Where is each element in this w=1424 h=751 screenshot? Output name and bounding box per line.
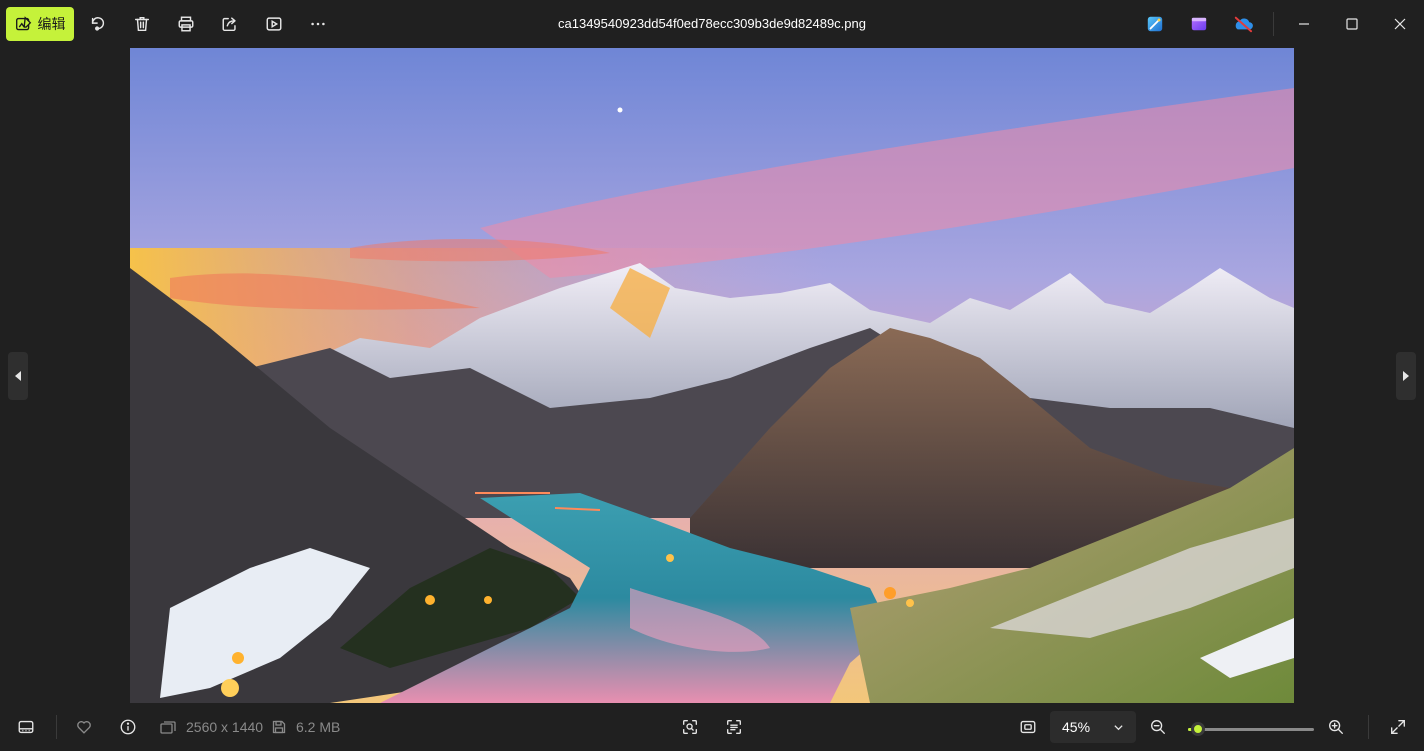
zoom-out-icon: [1151, 720, 1165, 734]
maximize-button[interactable]: [1329, 4, 1375, 44]
heart-icon: [77, 721, 91, 734]
zoom-slider-thumb[interactable]: [1191, 722, 1206, 736]
info-icon: [120, 719, 136, 735]
scan-text-icon: [727, 720, 741, 734]
mountain-lake-photo[interactable]: [130, 48, 1294, 703]
close-icon: [1394, 18, 1406, 30]
image-dimensions: 2560 x 1440: [186, 719, 264, 735]
onedrive-icon: [1234, 16, 1253, 33]
landscape-image: [130, 48, 1294, 703]
file-size: 6.2 MB: [296, 719, 341, 735]
filmstrip-icon: [18, 720, 34, 734]
zoom-in-icon: [1329, 720, 1343, 734]
minimize-button[interactable]: [1281, 4, 1327, 44]
more-options-button[interactable]: [298, 7, 338, 41]
zoom-out-button[interactable]: [1140, 710, 1176, 744]
chevron-down-icon: [1114, 724, 1123, 730]
bottom-divider-left: [56, 715, 57, 739]
minimize-icon: [1299, 23, 1309, 25]
scan-text-button[interactable]: [716, 710, 752, 744]
visual-search-button[interactable]: [672, 710, 708, 744]
slideshow-icon: [266, 17, 282, 31]
delete-icon: [134, 16, 150, 32]
designer-app-icon: [1147, 16, 1163, 32]
image-viewer-stage[interactable]: [0, 48, 1424, 703]
fit-window-icon: [1020, 720, 1036, 734]
filmstrip-button[interactable]: [8, 710, 44, 744]
clipchamp-app-icon: [1191, 17, 1207, 31]
file-size-icon: [272, 720, 286, 734]
zoom-level-dropdown[interactable]: 45%: [1050, 711, 1136, 743]
slideshow-button[interactable]: [254, 7, 294, 41]
zoom-slider[interactable]: [1188, 722, 1314, 736]
fullscreen-button[interactable]: [1380, 710, 1416, 744]
edit-button-label: 编辑: [37, 16, 66, 32]
onedrive-button[interactable]: [1229, 10, 1257, 38]
previous-image-button[interactable]: [8, 352, 28, 400]
print-button[interactable]: [166, 7, 206, 41]
rotate-icon: [91, 17, 105, 31]
chevron-left-icon: [15, 371, 21, 381]
maximize-icon: [1346, 18, 1358, 30]
image-dimensions-icon: [160, 721, 176, 734]
bottom-divider-right: [1368, 715, 1369, 739]
delete-button[interactable]: [122, 7, 162, 41]
share-button[interactable]: [210, 7, 250, 41]
zoom-in-button[interactable]: [1318, 710, 1354, 744]
clipchamp-app-button[interactable]: [1185, 10, 1213, 38]
window-title: ca1349540923dd54f0ed78ecc309b3de9d82489c…: [558, 16, 866, 31]
chevron-right-icon: [1403, 371, 1409, 381]
edit-image-icon: [15, 15, 31, 30]
zoom-level-value: 45%: [1062, 719, 1091, 735]
rotate-button[interactable]: [78, 7, 118, 41]
print-icon: [178, 16, 194, 32]
file-info-button[interactable]: [110, 710, 146, 744]
more-icon: [311, 22, 325, 26]
share-icon: [222, 17, 236, 32]
favorite-button[interactable]: [66, 710, 102, 744]
designer-app-button[interactable]: [1141, 10, 1169, 38]
close-button[interactable]: [1377, 4, 1423, 44]
top-toolbar: 编辑 ca1349540923dd54f0ed78ecc309b3de9d824…: [0, 0, 1424, 48]
bottom-toolbar: 2560 x 1440 6.2 MB 45%: [0, 703, 1424, 751]
fullscreen-icon: [1391, 720, 1405, 734]
toolbar-divider: [1273, 12, 1274, 36]
visual-search-icon: [683, 720, 697, 734]
fit-to-window-button[interactable]: [1010, 710, 1046, 744]
next-image-button[interactable]: [1396, 352, 1416, 400]
edit-button[interactable]: 编辑: [6, 7, 74, 41]
